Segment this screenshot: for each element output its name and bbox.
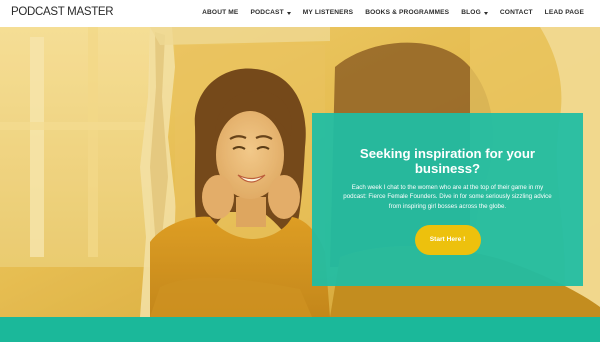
nav-about-me[interactable]: ABOUT ME [202, 9, 238, 16]
site-header: PODCAST MASTER ABOUT ME PODCAST MY LISTE… [0, 0, 600, 27]
site-logo[interactable]: PODCAST MASTER [11, 6, 114, 18]
nav-books-programmes[interactable]: BOOKS & PROGRAMMES [365, 9, 449, 16]
bottom-section-band [0, 317, 600, 342]
hero-description: Each week I chat to the women who are at… [343, 184, 552, 210]
nav-blog[interactable]: BLOG [461, 9, 488, 16]
hero-title: Seeking inspiration for your business? [359, 146, 536, 176]
caret-down-icon [483, 11, 488, 15]
nav-about-me-label: ABOUT ME [202, 9, 239, 16]
nav-my-listeners[interactable]: MY LISTENERS [303, 9, 353, 16]
nav-books-programmes-label: BOOKS & PROGRAMMES [365, 9, 450, 16]
hero-cta-card: Seeking inspiration for your business? E… [312, 113, 583, 286]
caret-down-icon [286, 11, 291, 15]
nav-contact-label: CONTACT [499, 9, 533, 16]
nav-lead-page[interactable]: LEAD PAGE [545, 9, 584, 16]
nav-blog-label: BLOG [461, 9, 481, 16]
main-nav: ABOUT ME PODCAST MY LISTENERS BOOKS & PR… [190, 9, 584, 16]
nav-contact[interactable]: CONTACT [500, 9, 533, 16]
nav-podcast[interactable]: PODCAST [250, 9, 291, 16]
start-here-button[interactable]: Start Here ! [414, 225, 481, 256]
nav-podcast-label: PODCAST [250, 9, 284, 16]
hero-section: Seeking inspiration for your business? E… [0, 27, 600, 317]
nav-my-listeners-label: MY LISTENERS [302, 9, 354, 16]
nav-lead-page-label: LEAD PAGE [544, 9, 584, 16]
